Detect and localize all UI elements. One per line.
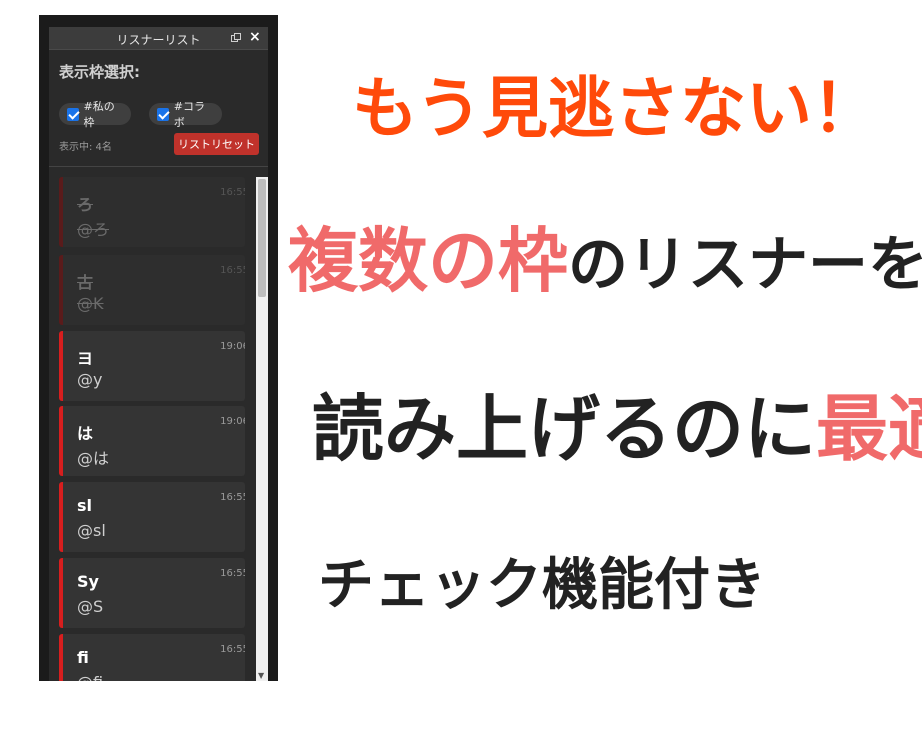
listener-list-panel: リスナーリスト × 表示枠選択: #私の枠 #コラボ 表示中: 4名 リストリセ… [49, 27, 268, 681]
listener-handle: @S [77, 597, 104, 616]
listener-time: 16:55 [220, 492, 245, 503]
listener-name: Sy [77, 572, 99, 591]
promo-highlight: 最適 [816, 387, 922, 471]
checkbox-checked-icon[interactable] [157, 107, 169, 121]
close-icon[interactable]: × [249, 29, 261, 45]
display-count-status: 表示中: 4名 [59, 142, 112, 153]
listener-handle: @fi [77, 673, 103, 681]
checkbox-checked-icon[interactable] [67, 107, 79, 121]
frame-chip-my-frame[interactable]: #私の枠 [59, 100, 131, 129]
listener-name: は [77, 424, 94, 443]
listener-card[interactable]: は @は 19:06 [59, 406, 245, 476]
scroll-down-arrow-icon[interactable]: ▼ [258, 671, 264, 680]
scrollbar-thumb[interactable] [258, 179, 266, 297]
listener-handle: @ろ [77, 220, 110, 239]
listener-time: 16:55 [220, 265, 245, 276]
listener-name: 古 [77, 273, 94, 292]
listener-time: 19:06 [220, 416, 245, 427]
panel-titlebar[interactable]: リスナーリスト × [49, 27, 268, 50]
listener-name: sl [77, 496, 93, 515]
promo-text: のリスナーを [568, 230, 922, 300]
popout-icon[interactable] [231, 33, 241, 43]
promo-line-check-feature: チェック機能付き [318, 553, 766, 618]
listener-card[interactable]: ヨ @y 19:06 [59, 331, 245, 401]
promo-headline: もう見逃さない！ [352, 70, 879, 147]
listener-handle: @sl [77, 521, 106, 540]
listener-card[interactable]: ろ @ろ 16:55 [59, 177, 245, 247]
listener-app-window: リスナーリスト × 表示枠選択: #私の枠 #コラボ 表示中: 4名 リストリセ… [39, 15, 278, 681]
promo-highlight: 複数の枠 [288, 220, 568, 302]
promo-text: 読み上げるのに [312, 387, 817, 471]
frame-chip-collab[interactable]: #コラボ [149, 100, 222, 129]
listener-time: 16:55 [220, 568, 245, 579]
listener-time: 16:55 [220, 187, 245, 198]
listener-name: ヨ [77, 349, 94, 368]
promo-line-multiple-frames: 複数の枠のリスナーを [288, 205, 922, 306]
listener-card[interactable]: 古 @K 16:55 [59, 255, 245, 325]
listener-name: fi [77, 648, 89, 667]
promo-line-read-aloud: 読み上げるのに最適 [312, 370, 922, 475]
frame-select-title: 表示枠選択: [59, 63, 140, 81]
listener-card[interactable]: sl @sl 16:55 [59, 482, 245, 552]
listener-handle: @y [77, 370, 103, 389]
list-scrollbar[interactable]: ▼ [256, 177, 268, 681]
listener-time: 19:06 [220, 341, 245, 352]
listener-name: ろ [77, 195, 94, 214]
listener-handle: @は [77, 449, 110, 468]
header-divider [49, 166, 268, 167]
listener-time: 16:55 [220, 644, 245, 655]
listener-card[interactable]: fi @fi 16:55 [59, 634, 245, 681]
listener-card[interactable]: Sy @S 16:55 [59, 558, 245, 628]
list-reset-button[interactable]: リストリセット [174, 133, 259, 155]
listener-handle: @K [77, 294, 104, 313]
frame-chip-label: #コラボ [173, 100, 205, 129]
frame-chip-label: #私の枠 [83, 100, 115, 129]
